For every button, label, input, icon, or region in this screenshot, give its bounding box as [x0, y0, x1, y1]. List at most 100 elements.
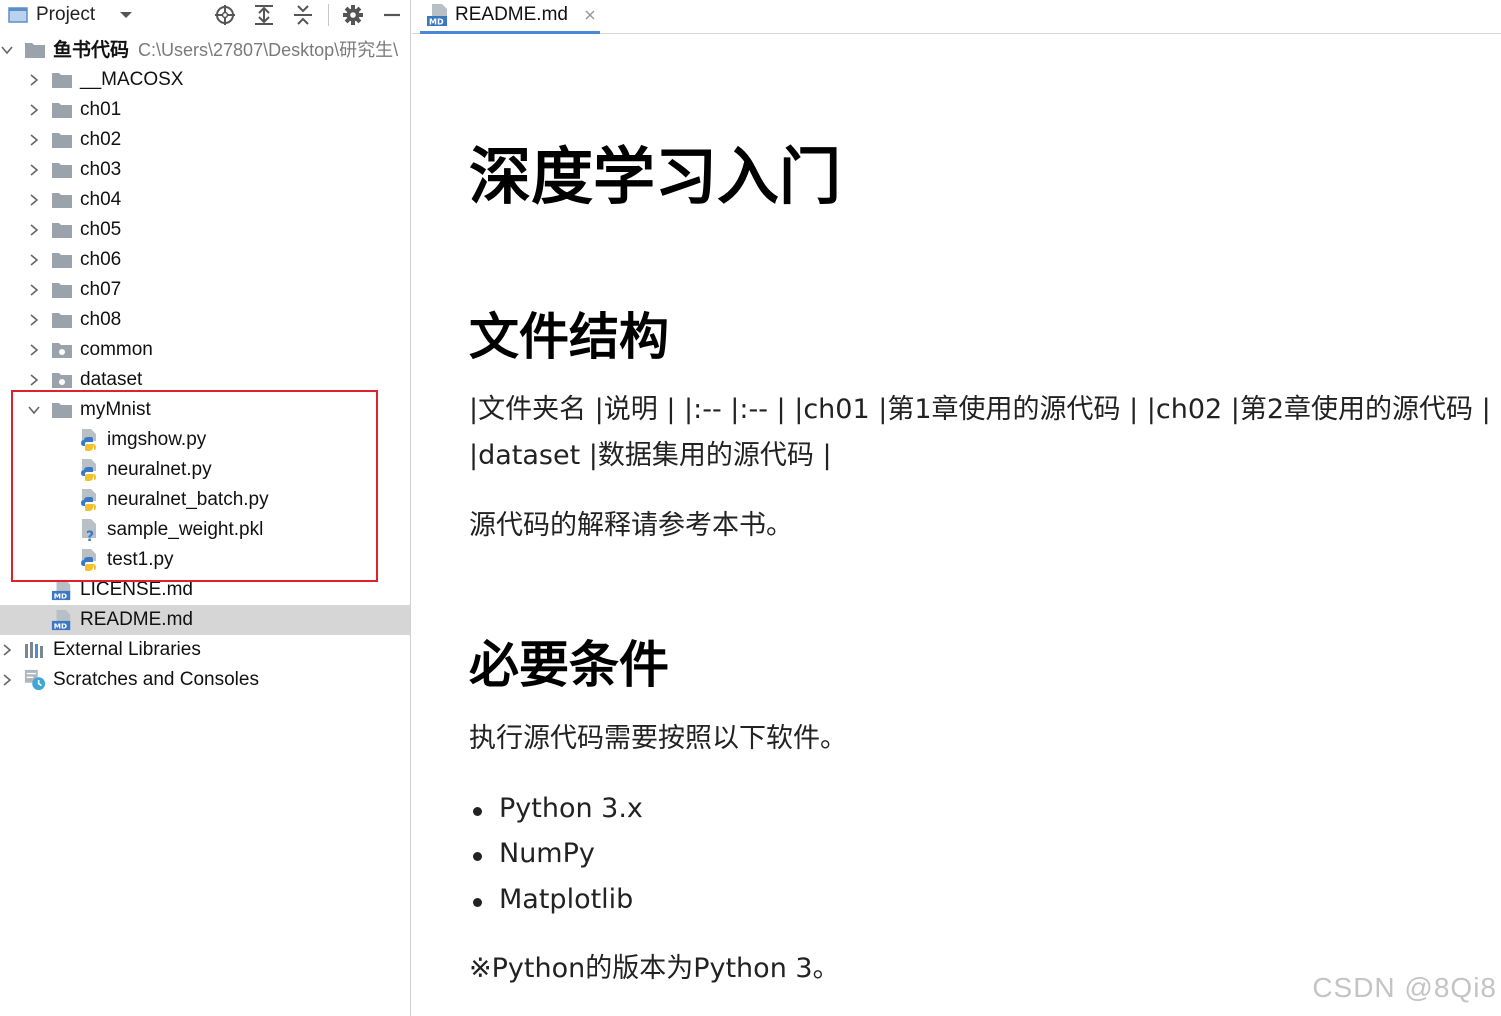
hide-panel-icon[interactable]	[379, 0, 405, 30]
chevron-right-icon[interactable]	[0, 635, 14, 665]
folder-icon	[51, 305, 73, 335]
tree-item-ch06[interactable]: ch06	[0, 245, 410, 275]
python-file-icon	[78, 545, 100, 575]
library-icon	[24, 635, 46, 665]
tree-item-neuralnet-py[interactable]: neuralnet.py	[0, 455, 410, 485]
tree-root-folder[interactable]: 鱼书代码 C:\Users\27807\Desktop\研究生\	[0, 35, 410, 65]
folder-icon	[24, 35, 46, 65]
chevron-right-icon[interactable]	[27, 185, 41, 215]
tree-item-ch01[interactable]: ch01	[0, 95, 410, 125]
markdown-file-icon: MD	[51, 575, 73, 605]
tree-item-test1-py[interactable]: test1.py	[0, 545, 410, 575]
tree-item-label: ch05	[80, 219, 122, 240]
chevron-right-icon[interactable]	[27, 95, 41, 125]
doc-paragraph-explain: 源代码的解释请参考本书。	[469, 510, 793, 541]
chevron-right-icon[interactable]	[27, 335, 41, 365]
root-folder-path: C:\Users\27807\Desktop\研究生\	[138, 40, 399, 60]
project-view-icon	[6, 0, 30, 30]
chevron-down-icon[interactable]	[0, 35, 14, 65]
close-icon[interactable]	[582, 2, 598, 28]
chevron-down-icon[interactable]	[116, 0, 136, 30]
markdown-file-icon: MD	[426, 3, 450, 27]
doc-heading-requirements: 必要条件	[469, 636, 669, 694]
chevron-right-icon[interactable]	[27, 215, 41, 245]
unknown-file-icon: ?	[78, 515, 100, 545]
editor-tab-bar: MD README.md	[412, 0, 1501, 34]
tree-scratches-consoles[interactable]: Scratches and Consoles	[0, 665, 410, 695]
svg-text:MD: MD	[54, 622, 67, 631]
tree-item-label: neuralnet_batch.py	[107, 489, 269, 510]
markdown-file-icon: MD	[51, 605, 73, 635]
folder-icon	[51, 185, 73, 215]
tree-item-label: ch07	[80, 279, 122, 300]
scratches-icon	[24, 665, 46, 695]
python-file-icon	[78, 485, 100, 515]
editor-area: MD README.md 深度学习入门 文件结构 |文件夹名 |说明 | |:-…	[412, 0, 1501, 1016]
doc-list-item: Matplotlib	[472, 884, 634, 915]
tree-item-label: External Libraries	[53, 639, 201, 660]
package-folder-icon	[51, 335, 73, 365]
chevron-right-icon[interactable]	[27, 65, 41, 95]
tree-item-ch04[interactable]: ch04	[0, 185, 410, 215]
tree-item-neuralnet-batch-py[interactable]: neuralnet_batch.py	[0, 485, 410, 515]
tree-item-imgshow-py[interactable]: imgshow.py	[0, 425, 410, 455]
svg-text:MD: MD	[429, 18, 444, 27]
tree-item-label: ch06	[80, 249, 122, 270]
tree-item-label: __MACOSX	[80, 69, 184, 90]
chevron-right-icon[interactable]	[27, 125, 41, 155]
folder-icon	[51, 65, 73, 95]
chevron-right-icon[interactable]	[0, 665, 14, 695]
chevron-right-icon[interactable]	[27, 275, 41, 305]
tree-item-readme-md[interactable]: MD README.md	[0, 605, 410, 635]
tree-item-common[interactable]: common	[0, 335, 410, 365]
doc-paragraph-python: ※Python的版本为Python 3。	[469, 953, 840, 984]
tab-label: README.md	[455, 4, 568, 25]
chevron-right-icon[interactable]	[27, 245, 41, 275]
chevron-right-icon[interactable]	[27, 305, 41, 335]
tree-item-mymnist[interactable]: myMnist	[0, 395, 410, 425]
tree-item-ch03[interactable]: ch03	[0, 155, 410, 185]
tree-item-ch05[interactable]: ch05	[0, 215, 410, 245]
doc-list-item: NumPy	[473, 838, 595, 869]
doc-table-line-1: |文件夹名 |说明 | |:-- |:-- | |ch01 |第1章使用的源代码…	[469, 394, 1501, 425]
expand-all-icon[interactable]	[251, 0, 277, 30]
python-file-icon	[78, 455, 100, 485]
folder-icon	[51, 395, 73, 425]
tree-item-dataset[interactable]: dataset	[0, 365, 410, 395]
tree-item-macosx[interactable]: __MACOSX	[0, 65, 410, 95]
collapse-all-icon[interactable]	[290, 0, 316, 30]
gear-icon[interactable]	[340, 0, 366, 30]
project-tool-window: Project 鱼书代码 C:\Users\27807\Desktop\研究生\…	[0, 0, 411, 1016]
project-view-selector[interactable]: Project	[36, 0, 95, 30]
chevron-right-icon[interactable]	[27, 365, 41, 395]
tree-item-label: myMnist	[80, 399, 151, 420]
tree-item-label: imgshow.py	[107, 429, 207, 450]
tree-external-libraries[interactable]: External Libraries	[0, 635, 410, 665]
tree-item-label: ch08	[80, 309, 122, 330]
doc-heading-1: 深度学习入门	[469, 140, 842, 213]
tree-item-ch07[interactable]: ch07	[0, 275, 410, 305]
folder-icon	[51, 155, 73, 185]
chevron-down-icon[interactable]	[27, 395, 41, 425]
watermark: CSDN @8Qi8	[1312, 972, 1497, 1003]
tree-item-ch08[interactable]: ch08	[0, 305, 410, 335]
doc-paragraph-software: 执行源代码需要按照以下软件。	[469, 723, 847, 754]
tab-readme[interactable]: MD README.md	[420, 0, 600, 34]
folder-icon	[51, 245, 73, 275]
folder-icon	[51, 215, 73, 245]
tree-item-sample-weight-pkl[interactable]: ? sample_weight.pkl	[0, 515, 410, 545]
tree-item-label: Scratches and Consoles	[53, 669, 259, 690]
doc-table-line-2: |dataset |数据集用的源代码 |	[469, 440, 832, 471]
project-toolbar: Project	[0, 0, 410, 30]
tree-item-license-md[interactable]: MD LICENSE.md	[0, 575, 410, 605]
folder-icon	[51, 125, 73, 155]
svg-text:?: ?	[86, 529, 94, 542]
locate-file-icon[interactable]	[212, 0, 238, 30]
chevron-right-icon[interactable]	[27, 155, 41, 185]
tree-item-label: test1.py	[107, 549, 174, 570]
tree-item-label: neuralnet.py	[107, 459, 212, 480]
root-folder-name: 鱼书代码	[53, 40, 130, 61]
tree-item-label: README.md	[80, 609, 193, 630]
tree-item-ch02[interactable]: ch02	[0, 125, 410, 155]
tree-item-label: ch04	[80, 189, 122, 210]
